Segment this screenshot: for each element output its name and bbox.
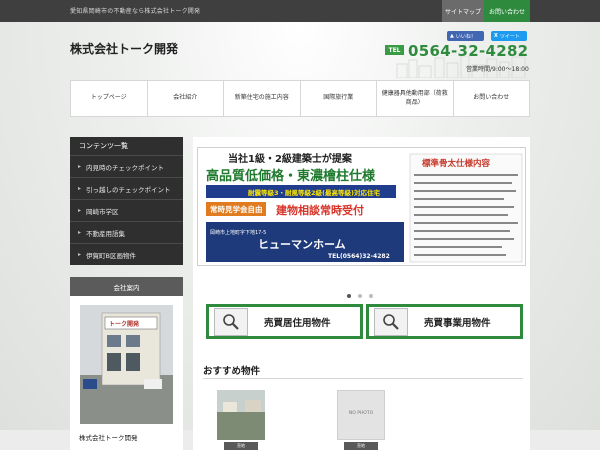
banner-headline: 当社1級・2級建築士が提案 — [228, 152, 353, 165]
banner-spec-title: 標準骨太仕様内容 — [422, 158, 491, 169]
nav-item-company[interactable]: 会社紹介 — [148, 81, 224, 116]
slider-dot[interactable] — [358, 294, 362, 298]
banner-consultation: 建物相談常時受付 — [276, 203, 364, 217]
sidebar-item-label: 岡崎市学区 — [86, 207, 119, 216]
banner-company: ヒューマンホーム — [258, 238, 346, 251]
property-type-badge: 売地 — [224, 442, 258, 450]
tweet-button[interactable]: X ツイート — [491, 31, 527, 41]
company-info-box: トーク開発 株式会社トーク開発 — [70, 296, 183, 450]
divider — [203, 378, 523, 379]
banner-main-headline: 高品質低価格・東濃檜柱仕様 — [206, 168, 376, 184]
sidebar-item-label: 伊賀町B区画物件 — [86, 251, 136, 260]
sidebar-item-school-districts[interactable]: ▸ 岡崎市学区 — [70, 199, 183, 221]
property-type-badge: 売地 — [344, 442, 378, 450]
commercial-property-button[interactable]: 売買事業用物件 — [366, 304, 523, 339]
sidebar: コンテンツ一覧 ▸ 内見時のチェックポイント ▸ 引っ越しのチェックポイント ▸… — [70, 137, 183, 265]
chevron-right-icon: ▸ — [78, 163, 82, 170]
sidebar-heading: コンテンツ一覧 — [70, 137, 183, 155]
sidebar-item-glossary[interactable]: ▸ 不動産用語集 — [70, 221, 183, 243]
property-thumbnail[interactable] — [217, 390, 265, 440]
commercial-property-label: 売買事業用物件 — [424, 317, 491, 329]
banner-subline: 耐震等級3・耐風等級2級(最高等級)対応住宅 — [248, 188, 380, 197]
company-info-heading: 会社案内 — [70, 277, 183, 296]
building-sign-text: トーク開発 — [109, 320, 140, 328]
sidebar-item-iga-lot-b[interactable]: ▸ 伊賀町B区画物件 — [70, 243, 183, 265]
nav-item-contact[interactable]: お問い合わせ — [454, 81, 530, 116]
thumbs-up-icon: ▲ — [450, 33, 454, 39]
residential-property-button[interactable]: 売買居住用物件 — [206, 304, 363, 339]
no-photo-placeholder: NO PHOTO — [348, 411, 374, 416]
chevron-right-icon: ▸ — [78, 229, 82, 236]
sidebar-item-label: 内見時のチェックポイント — [86, 163, 165, 172]
topbar-tagline: 愛知県岡崎市の不動産なら株式会社トーク開発 — [70, 8, 201, 15]
magnifier-icon — [374, 307, 408, 336]
chevron-right-icon: ▸ — [78, 185, 82, 192]
nav-item-health[interactable]: 健康器具他動用部（荷救商品） — [377, 81, 454, 116]
banner-open-house: 常時見学会自由 — [210, 204, 263, 214]
business-hours: 営業時間/9:00～18:00 — [466, 66, 529, 73]
phone-number[interactable]: 0564-32-4282 — [408, 42, 528, 60]
banner-address: 岡崎市上地町字下地17-5 — [210, 229, 266, 236]
slider-dot[interactable] — [369, 294, 373, 298]
nav-item-construction[interactable]: 新築住宅の施工内容 — [224, 81, 301, 116]
tweet-label: ツイート — [499, 33, 520, 40]
facebook-like-button[interactable]: ▲ いいね！ — [447, 31, 484, 41]
topbar: 愛知県岡崎市の不動産なら株式会社トーク開発 サイトマップ お問い合わせ — [0, 0, 600, 22]
main-nav: トップページ 会社紹介 新築住宅の施工内容 国際旅行業 健康器具他動用部（荷救商… — [70, 80, 530, 117]
sidebar-list: ▸ 内見時のチェックポイント ▸ 引っ越しのチェックポイント ▸ 岡崎市学区 ▸… — [70, 155, 183, 265]
tel-label: TEL — [385, 45, 404, 55]
company-building-photo: トーク開発 — [80, 305, 173, 424]
contact-button[interactable]: お問い合わせ — [484, 0, 530, 22]
sidebar-item-label: 引っ越しのチェックポイント — [86, 185, 171, 194]
company-name: 株式会社トーク開発 — [79, 434, 138, 442]
sitemap-button[interactable]: サイトマップ — [442, 0, 484, 22]
hero-banner[interactable]: 当社1級・2級建築士が提案 高品質低価格・東濃檜柱仕様 耐震等級3・耐風等級2級… — [197, 147, 526, 266]
property-thumbnail[interactable]: NO PHOTO — [337, 390, 385, 440]
x-logo-icon: X — [494, 33, 498, 39]
chevron-right-icon: ▸ — [78, 251, 82, 258]
sidebar-item-viewing-checkpoints[interactable]: ▸ 内見時のチェックポイント — [70, 155, 183, 177]
nav-item-travel[interactable]: 国際旅行業 — [301, 81, 377, 116]
nav-item-top[interactable]: トップページ — [71, 81, 148, 116]
slider-dots — [347, 294, 373, 298]
residential-property-label: 売買居住用物件 — [264, 317, 331, 329]
site-logo[interactable]: 株式会社トーク開発 — [70, 40, 178, 57]
recommended-title: おすすめ物件 — [203, 366, 261, 377]
chevron-right-icon: ▸ — [78, 207, 82, 214]
banner-tel: TEL(0564)32-4282 — [328, 253, 390, 260]
magnifier-icon — [214, 307, 248, 336]
facebook-like-label: いいね！ — [455, 33, 476, 40]
sidebar-item-label: 不動産用語集 — [86, 229, 126, 238]
slider-dot[interactable] — [347, 294, 351, 298]
sidebar-item-moving-checkpoints[interactable]: ▸ 引っ越しのチェックポイント — [70, 177, 183, 199]
